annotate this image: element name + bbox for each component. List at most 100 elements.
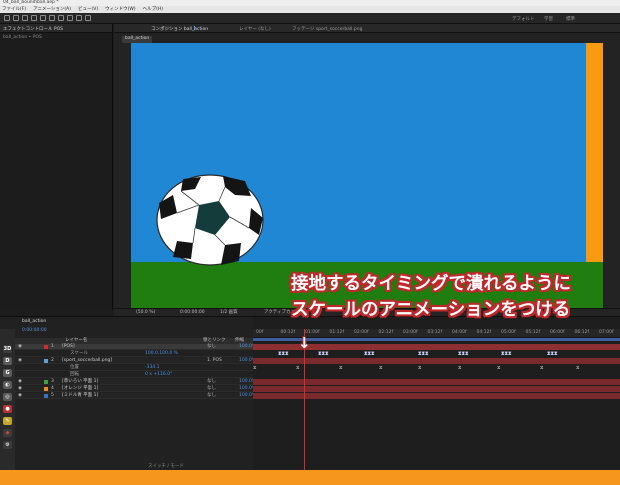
workspace-default[interactable]: デフォルト	[512, 16, 535, 22]
menu-help[interactable]: ヘルプ(H)	[143, 6, 163, 13]
parent-select[interactable]: なし	[207, 393, 216, 399]
property-track[interactable]	[253, 365, 620, 371]
position-keyframe[interactable]: ⧖	[458, 365, 462, 371]
layer-name[interactable]: [ミドル青 平面 1]	[62, 393, 98, 399]
layer-color-swatch[interactable]	[44, 387, 48, 391]
property-name[interactable]: 位置	[70, 365, 79, 371]
parent-select[interactable]: なし	[207, 386, 216, 392]
layer-row[interactable]: ◉ 2 [sport_soccerball.png] 1. POS 100.0%	[15, 358, 256, 364]
scale-keyframe[interactable]: ⧗⧗⧗	[501, 351, 512, 357]
parent-select[interactable]: 1. POS	[207, 358, 222, 364]
property-track[interactable]	[253, 372, 620, 378]
layer-name[interactable]: [POS]	[62, 344, 75, 350]
pan-behind-tool-icon[interactable]	[58, 15, 64, 21]
layer-row[interactable]: ◉ 5 [ミドル青 平面 1] なし 100.0%	[15, 393, 256, 399]
menu-animation[interactable]: アニメーション(A)	[33, 6, 71, 13]
comp-chip[interactable]: ball_action	[122, 36, 153, 43]
effect-controls-tab[interactable]: エフェクトコントロール POS	[3, 26, 63, 32]
visibility-eye-icon[interactable]: ◉	[18, 344, 22, 350]
layer-row[interactable]: ◉ 4 [オレンジ 平面 1] なし 100.0%	[15, 386, 256, 392]
position-keyframe[interactable]: ⧖	[296, 365, 300, 371]
shape-tool-icon[interactable]	[67, 15, 73, 21]
property-value[interactable]: -334.1	[145, 365, 160, 371]
ruler-tick-label: 03:12f	[427, 330, 443, 335]
switches-modes-toggle[interactable]: スイッチ / モード	[148, 464, 184, 470]
parent-select[interactable]: なし	[207, 344, 216, 350]
visibility-eye-icon[interactable]: ◉	[18, 358, 22, 364]
layer-name[interactable]: [sport_soccerball.png]	[62, 358, 112, 364]
layer-number: 1	[51, 344, 54, 349]
motion-blur-icon[interactable]: ◐	[3, 381, 12, 389]
ruler-tick-label: 02:00f	[354, 330, 369, 335]
layer-duration-bar[interactable]	[253, 386, 620, 392]
layer-row[interactable]: ◉ 1 [POS] なし 100.0%	[15, 344, 256, 350]
visibility-eye-icon[interactable]: ◉	[18, 386, 22, 392]
parent-select[interactable]: なし	[207, 379, 216, 385]
selection-tool-icon[interactable]	[13, 15, 19, 21]
rotate-tool-icon[interactable]	[40, 15, 46, 21]
position-keyframe[interactable]: ⧖	[540, 365, 544, 371]
layer-row[interactable]: スケール 100.0,100.0 %	[15, 351, 253, 357]
scale-keyframe[interactable]: ⧗⧗⧗	[458, 351, 469, 357]
menu-window[interactable]: ウィンドウ(W)	[105, 6, 135, 13]
property-value[interactable]: 0 x +116.0°	[145, 372, 172, 378]
tab-composition[interactable]: コンポジション ball_action	[151, 26, 208, 32]
position-keyframe[interactable]: ⧖	[576, 365, 580, 371]
layer-color-swatch[interactable]	[44, 380, 48, 384]
column-parent: 親とリンク	[203, 338, 226, 343]
layer-duration-bar[interactable]	[253, 358, 620, 364]
visibility-eye-icon[interactable]: ◉	[18, 379, 22, 385]
menu-file[interactable]: ファイル(F)	[2, 6, 26, 13]
layer-row[interactable]: 位置 -334.1	[15, 365, 253, 371]
layer-color-swatch[interactable]	[44, 394, 48, 398]
layer-duration-bar[interactable]	[253, 393, 620, 399]
hand-tool-icon[interactable]	[22, 15, 28, 21]
graph-icon[interactable]: G	[3, 369, 12, 377]
workspace-learn[interactable]: 学習	[544, 16, 553, 22]
position-keyframe[interactable]: ⧖	[497, 365, 501, 371]
layer-color-swatch[interactable]	[44, 345, 48, 349]
soccer-ball	[156, 174, 264, 266]
snapping-icon[interactable]: ◆	[3, 429, 12, 437]
record-icon[interactable]: ●	[3, 405, 12, 413]
property-value[interactable]: 100.0,100.0 %	[145, 351, 178, 357]
scale-keyframe[interactable]: ⧗⧗⧗	[278, 351, 289, 357]
draft-icon[interactable]: D	[3, 357, 12, 365]
layer-duration-bar[interactable]	[253, 379, 620, 385]
timeline-comp-tab[interactable]: ball_action	[22, 319, 46, 325]
tab-layer[interactable]: レイヤー (なし)	[239, 26, 271, 32]
layer-name[interactable]: [草いろい 平面 1]	[62, 379, 98, 385]
3d-icon[interactable]: 3D	[3, 345, 12, 353]
zoom-level[interactable]: (50.0 %)	[136, 310, 155, 316]
text-tool-icon[interactable]	[85, 15, 91, 21]
position-keyframe[interactable]: ⧖	[339, 365, 343, 371]
tab-footage[interactable]: フッテージ sport_soccerball.png	[292, 26, 362, 32]
resolution-select[interactable]: 1/2 画質	[220, 310, 238, 316]
viewer-timecode[interactable]: 0:00:00:00	[180, 310, 205, 316]
effect-controls-breadcrumb: ball_action • POS	[3, 35, 42, 40]
position-keyframe[interactable]: ⧖	[379, 365, 383, 371]
scale-keyframe[interactable]: ⧗⧗⧗	[364, 351, 375, 357]
wiggle-icon[interactable]: ✎	[3, 417, 12, 425]
workspace-standard[interactable]: 標準	[566, 16, 575, 22]
layer-row[interactable]: 回転 0 x +116.0°	[15, 372, 253, 378]
zoom-tool-icon[interactable]	[31, 15, 37, 21]
scale-keyframe[interactable]: ⧗⧗⧗	[547, 351, 558, 357]
frame-blend-icon[interactable]: ◎	[3, 393, 12, 401]
scale-keyframe[interactable]: ⧗⧗⧗	[418, 351, 429, 357]
layer-color-swatch[interactable]	[44, 359, 48, 363]
scale-keyframe[interactable]: ⧗⧗⧗	[318, 351, 329, 357]
property-name[interactable]: スケール	[70, 351, 88, 357]
menu-view[interactable]: ビュー(V)	[78, 6, 98, 13]
camera-tool-icon[interactable]	[49, 15, 55, 21]
position-keyframe[interactable]: ⧖	[418, 365, 422, 371]
layer-row[interactable]: ◉ 3 [草いろい 平面 1] なし 100.0%	[15, 379, 256, 385]
property-name[interactable]: 回転	[70, 372, 79, 378]
layer-name[interactable]: [オレンジ 平面 1]	[62, 386, 98, 392]
visibility-eye-icon[interactable]: ◉	[18, 393, 22, 399]
position-keyframe[interactable]: ⧖	[253, 365, 257, 371]
timeline-timecode[interactable]: 0:00:00:00	[22, 328, 47, 334]
pen-tool-icon[interactable]	[76, 15, 82, 21]
home-tool-icon[interactable]	[4, 15, 10, 21]
settings-icon[interactable]: ⚙	[3, 441, 12, 449]
